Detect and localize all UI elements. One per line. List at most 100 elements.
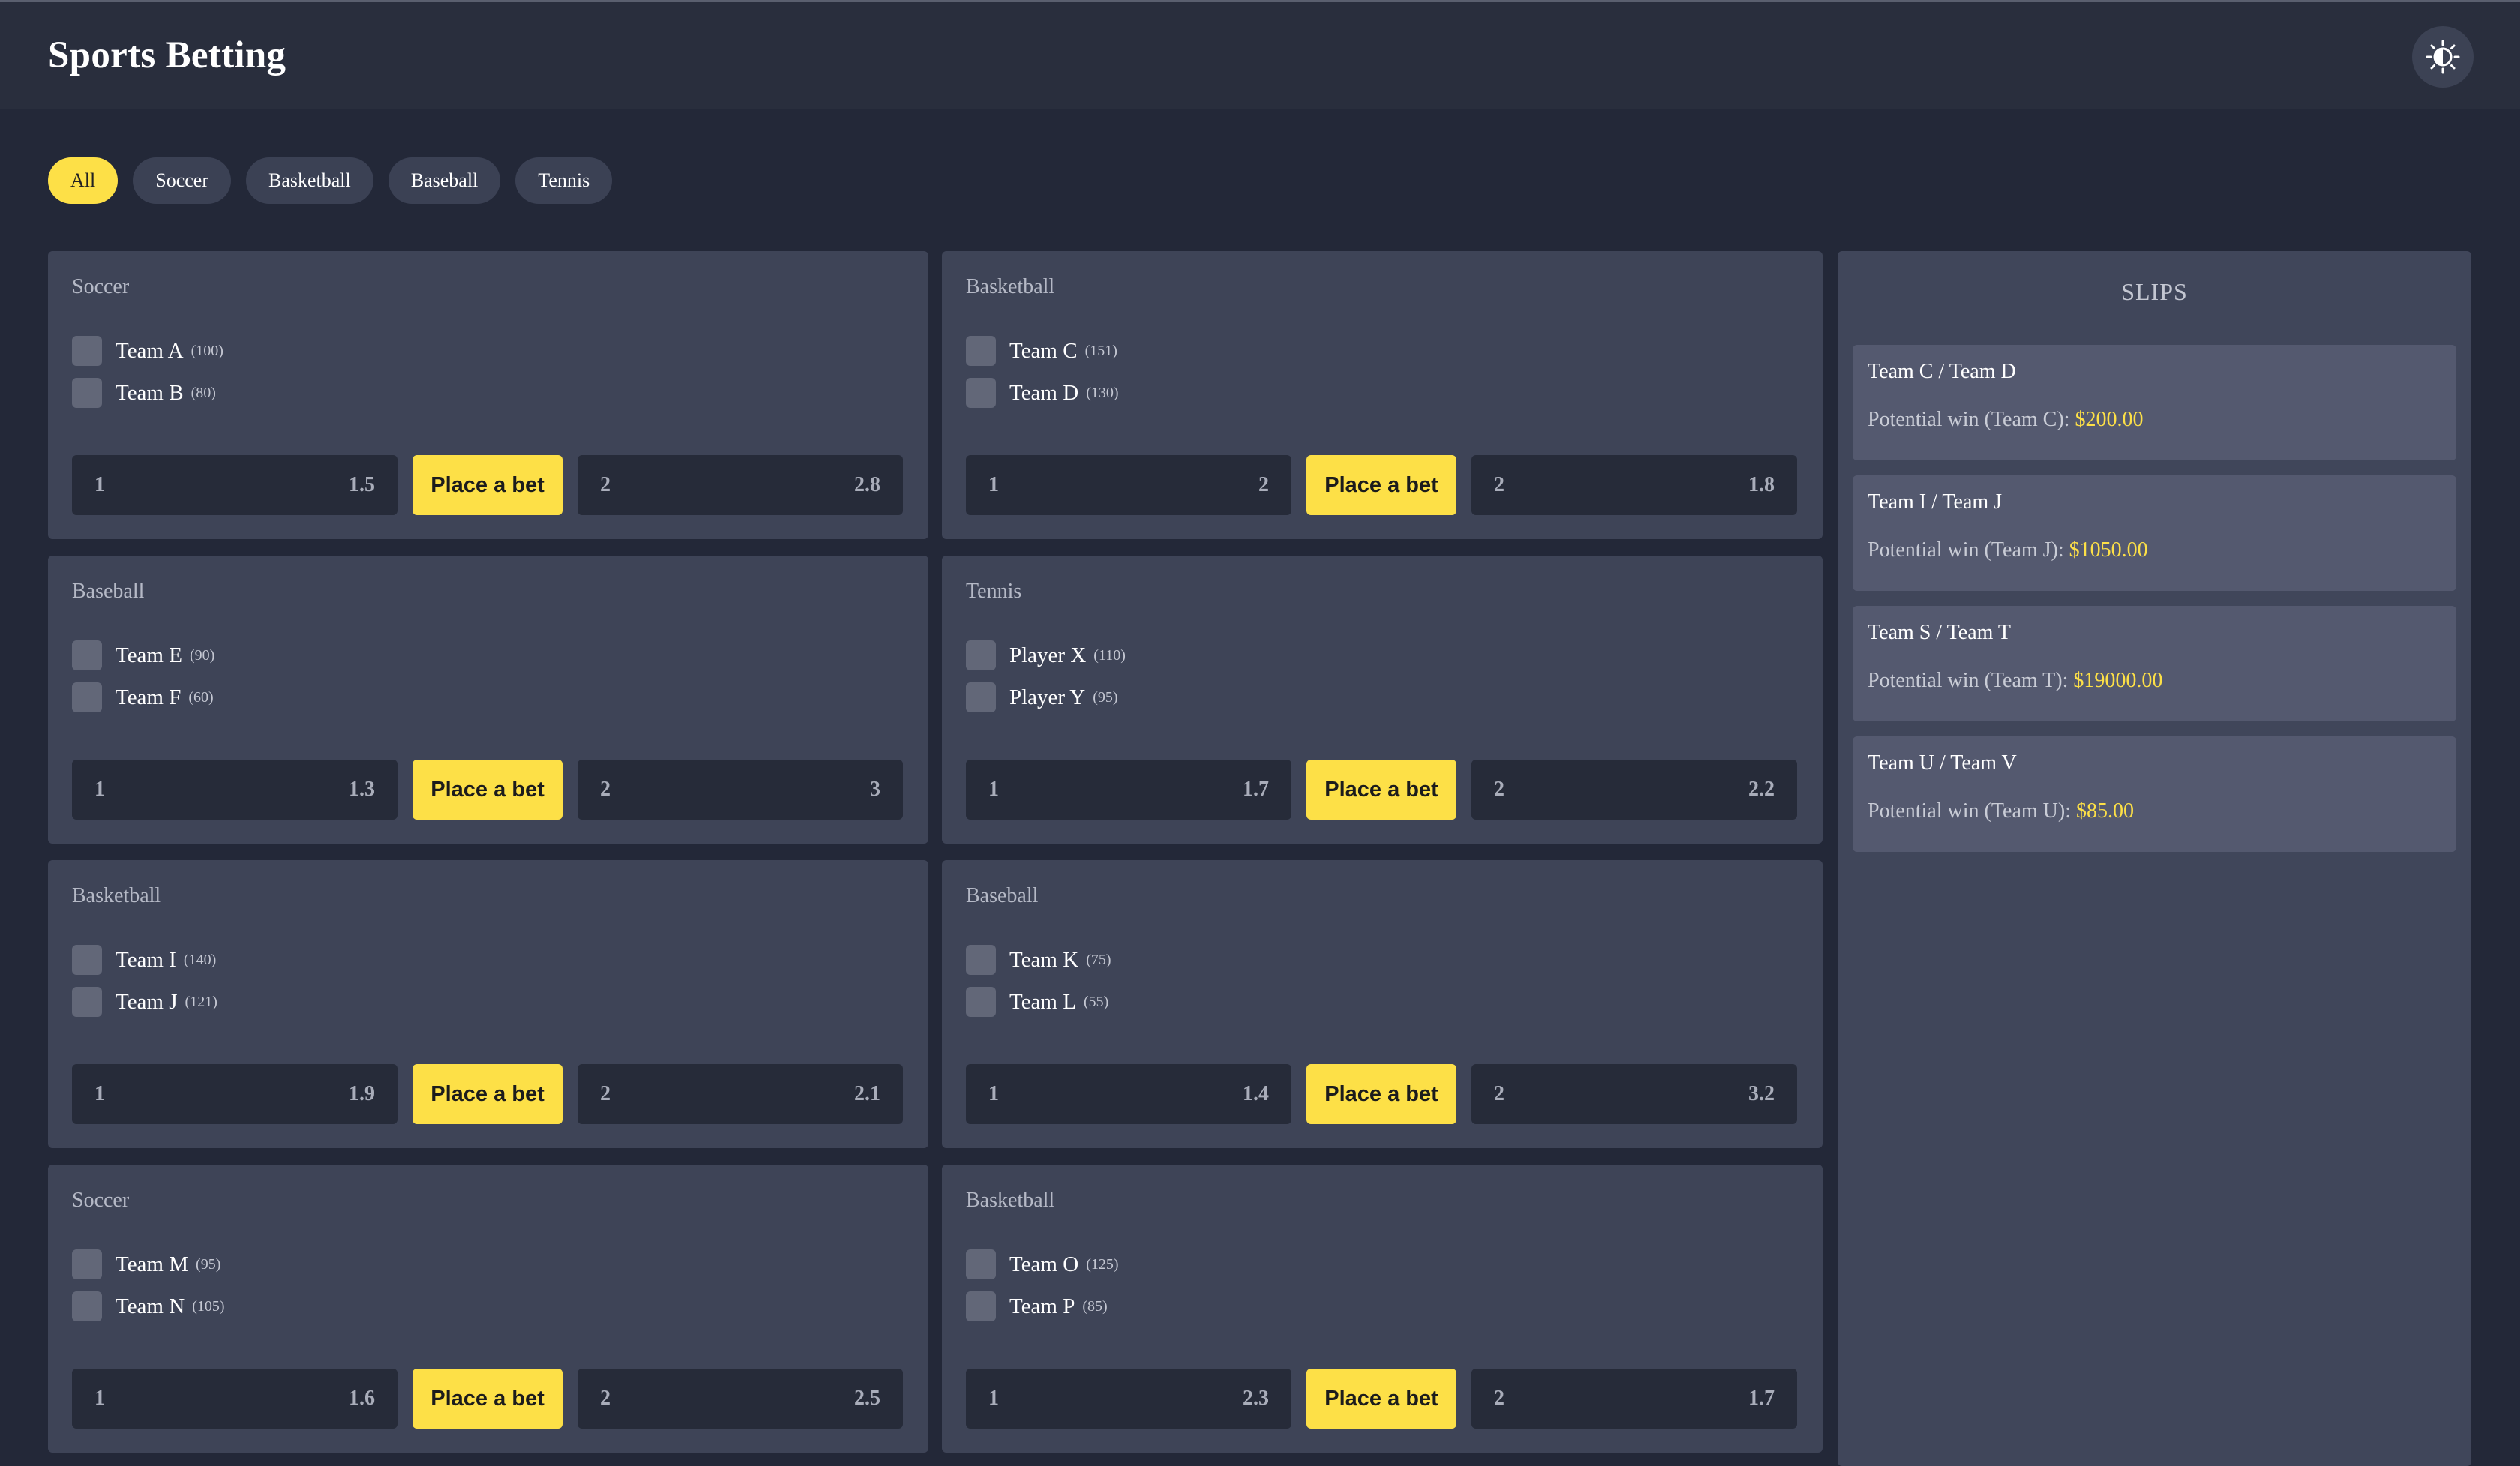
team-name: Team D bbox=[1010, 380, 1079, 405]
match-card: Basketball Team I (140) Team J (121) 1 1… bbox=[48, 860, 928, 1148]
odds-home-button[interactable]: 1 1.4 bbox=[966, 1064, 1292, 1124]
odds-value: 3 bbox=[870, 778, 880, 801]
team-name: Player Y bbox=[1010, 685, 1086, 709]
slip-teams: Team S / Team T bbox=[1868, 621, 2012, 644]
team-count: (125) bbox=[1086, 1255, 1119, 1273]
team-checkbox[interactable] bbox=[966, 1291, 996, 1321]
team-row: Team E (90) bbox=[72, 640, 214, 670]
bet-row: 1 1.5 Place a bet 2 2.8 bbox=[72, 455, 903, 515]
team-checkbox[interactable] bbox=[72, 1249, 102, 1279]
team-checkbox[interactable] bbox=[72, 1291, 102, 1321]
team-checkbox[interactable] bbox=[966, 640, 996, 670]
odds-home-button[interactable]: 1 2 bbox=[966, 455, 1292, 515]
slip-card[interactable]: Team U / Team V Potential win (Team U): … bbox=[1852, 736, 2456, 852]
odds-away-button[interactable]: 2 1.8 bbox=[1472, 455, 1797, 515]
outcome-label: 2 bbox=[600, 473, 610, 496]
team-checkbox[interactable] bbox=[966, 1249, 996, 1279]
place-bet-button[interactable]: Place a bet bbox=[412, 1064, 562, 1124]
team-row: Team N (105) bbox=[72, 1291, 225, 1321]
team-count: (110) bbox=[1094, 646, 1126, 664]
odds-away-button[interactable]: 2 3.2 bbox=[1472, 1064, 1797, 1124]
sport-label: Tennis bbox=[966, 580, 1022, 603]
team-count: (60) bbox=[188, 688, 214, 706]
team-name: Player X bbox=[1010, 643, 1087, 667]
filter-tennis[interactable]: Tennis bbox=[515, 157, 613, 204]
slip-card[interactable]: Team I / Team J Potential win (Team J): … bbox=[1852, 475, 2456, 591]
place-bet-button[interactable]: Place a bet bbox=[412, 455, 562, 515]
team-count: (55) bbox=[1083, 993, 1109, 1010]
match-card: Baseball Team K (75) Team L (55) 1 1.4 P… bbox=[942, 860, 1822, 1148]
odds-home-button[interactable]: 1 1.7 bbox=[966, 760, 1292, 820]
bet-row: 1 1.6 Place a bet 2 2.5 bbox=[72, 1369, 903, 1429]
team-count: (140) bbox=[183, 951, 217, 968]
match-card: Soccer Team A (100) Team B (80) 1 1.5 Pl… bbox=[48, 251, 928, 539]
sport-filter-bar: All Soccer Basketball Baseball Tennis bbox=[48, 157, 613, 204]
slip-potential-win: Potential win (Team U): $85.00 bbox=[1868, 799, 2134, 823]
odds-value: 1.3 bbox=[349, 778, 375, 801]
team-checkbox[interactable] bbox=[966, 987, 996, 1017]
team-checkbox[interactable] bbox=[72, 987, 102, 1017]
odds-home-button[interactable]: 1 1.6 bbox=[72, 1369, 398, 1429]
filter-basketball[interactable]: Basketball bbox=[245, 157, 374, 204]
team-checkbox[interactable] bbox=[966, 945, 996, 975]
place-bet-button[interactable]: Place a bet bbox=[1306, 760, 1456, 820]
team-count: (90) bbox=[189, 646, 215, 664]
odds-value: 2.5 bbox=[854, 1387, 880, 1410]
outcome-label: 1 bbox=[94, 1387, 105, 1410]
team-count: (121) bbox=[184, 993, 218, 1010]
odds-value: 2 bbox=[1258, 473, 1269, 496]
place-bet-button[interactable]: Place a bet bbox=[412, 1369, 562, 1429]
match-card: Basketball Team C (151) Team D (130) 1 2… bbox=[942, 251, 1822, 539]
place-bet-button[interactable]: Place a bet bbox=[1306, 1064, 1456, 1124]
odds-value: 2.2 bbox=[1748, 778, 1774, 801]
odds-away-button[interactable]: 2 3 bbox=[578, 760, 903, 820]
slip-card[interactable]: Team C / Team D Potential win (Team C): … bbox=[1852, 345, 2456, 460]
team-checkbox[interactable] bbox=[966, 336, 996, 366]
team-name: Team F bbox=[116, 685, 182, 709]
team-checkbox[interactable] bbox=[72, 640, 102, 670]
team-row: Team K (75) bbox=[966, 945, 1112, 975]
team-name: Team N bbox=[116, 1294, 185, 1318]
odds-home-button[interactable]: 1 2.3 bbox=[966, 1369, 1292, 1429]
place-bet-button[interactable]: Place a bet bbox=[1306, 1369, 1456, 1429]
filter-baseball[interactable]: Baseball bbox=[388, 157, 501, 204]
odds-away-button[interactable]: 2 2.1 bbox=[578, 1064, 903, 1124]
odds-home-button[interactable]: 1 1.5 bbox=[72, 455, 398, 515]
odds-away-button[interactable]: 2 1.7 bbox=[1472, 1369, 1797, 1429]
theme-toggle-button[interactable] bbox=[2412, 26, 2474, 88]
slip-teams: Team I / Team J bbox=[1868, 490, 2002, 514]
team-count: (130) bbox=[1086, 384, 1119, 401]
team-count: (75) bbox=[1086, 951, 1112, 968]
place-bet-button[interactable]: Place a bet bbox=[1306, 455, 1456, 515]
outcome-label: 2 bbox=[1494, 473, 1504, 496]
odds-value: 1.6 bbox=[349, 1387, 375, 1410]
slip-teams: Team C / Team D bbox=[1868, 360, 2016, 383]
team-checkbox[interactable] bbox=[966, 682, 996, 712]
slip-win-label: Potential win (Team C): bbox=[1868, 408, 2075, 431]
team-checkbox[interactable] bbox=[72, 682, 102, 712]
outcome-label: 1 bbox=[94, 473, 105, 496]
team-checkbox[interactable] bbox=[72, 336, 102, 366]
team-row: Team P (85) bbox=[966, 1291, 1108, 1321]
odds-away-button[interactable]: 2 2.5 bbox=[578, 1369, 903, 1429]
place-bet-button[interactable]: Place a bet bbox=[412, 760, 562, 820]
outcome-label: 1 bbox=[988, 1387, 999, 1410]
bet-row: 1 2 Place a bet 2 1.8 bbox=[966, 455, 1797, 515]
odds-away-button[interactable]: 2 2.8 bbox=[578, 455, 903, 515]
slip-win-label: Potential win (Team T): bbox=[1868, 669, 2074, 692]
team-checkbox[interactable] bbox=[72, 945, 102, 975]
slip-card[interactable]: Team S / Team T Potential win (Team T): … bbox=[1852, 606, 2456, 721]
odds-away-button[interactable]: 2 2.2 bbox=[1472, 760, 1797, 820]
team-name: Team K bbox=[1010, 947, 1079, 972]
team-row: Team A (100) bbox=[72, 336, 224, 366]
team-checkbox[interactable] bbox=[966, 378, 996, 408]
odds-home-button[interactable]: 1 1.3 bbox=[72, 760, 398, 820]
filter-soccer[interactable]: Soccer bbox=[133, 157, 231, 204]
filter-all[interactable]: All bbox=[48, 157, 118, 204]
team-checkbox[interactable] bbox=[72, 378, 102, 408]
odds-home-button[interactable]: 1 1.9 bbox=[72, 1064, 398, 1124]
team-row: Team L (55) bbox=[966, 987, 1108, 1017]
team-count: (95) bbox=[1093, 688, 1118, 706]
team-count: (85) bbox=[1082, 1297, 1108, 1315]
team-row: Player Y (95) bbox=[966, 682, 1118, 712]
